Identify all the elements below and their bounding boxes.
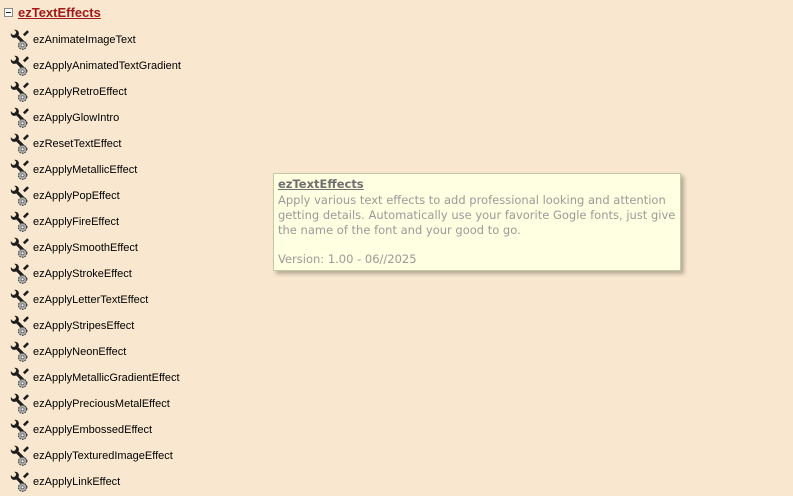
function-label: ezAnimateImageText (33, 34, 136, 46)
wrench-gear-icon (10, 159, 30, 181)
wrench-gear-icon (10, 471, 30, 493)
function-label: ezApplyMetallicGradientEffect (33, 372, 180, 384)
function-item[interactable]: ezApplyLinkEffect (10, 469, 181, 495)
wrench-gear-icon (10, 237, 30, 259)
wrench-gear-icon (10, 367, 30, 389)
function-item[interactable]: ezAnimateImageText (10, 27, 181, 53)
function-item[interactable]: ezApplyPopEffect (10, 183, 181, 209)
function-label: ezApplyStrokeEffect (33, 268, 132, 280)
function-label: ezApplyLinkEffect (33, 476, 121, 488)
function-label: ezApplySmoothEffect (33, 242, 138, 254)
tooltip-description: Apply various text effects to add profes… (278, 193, 676, 237)
wrench-gear-icon (10, 55, 30, 77)
wrench-gear-icon (10, 315, 30, 337)
library-title[interactable]: ezTextEffects (18, 5, 101, 20)
wrench-gear-icon (10, 341, 30, 363)
tooltip-version: Version: 1.00 - 06//2025 (278, 252, 417, 266)
function-label: ezApplyAnimatedTextGradient (33, 60, 181, 72)
function-item[interactable]: ezApplyLetterTextEffect (10, 287, 181, 313)
function-label: ezApplyGlowIntro (33, 112, 120, 124)
function-label: ezApplyNeonEffect (33, 346, 127, 358)
wrench-gear-icon (10, 81, 30, 103)
function-label: ezApplyPreciousMetalEffect (33, 398, 170, 410)
wrench-gear-icon (10, 211, 30, 233)
wrench-gear-icon (10, 133, 30, 155)
function-item[interactable]: ezApplyGlowIntro (10, 105, 181, 131)
wrench-gear-icon (10, 393, 30, 415)
function-item[interactable]: ezApplyNeonEffect (10, 339, 181, 365)
collapse-icon[interactable] (4, 7, 13, 17)
function-item[interactable]: ezApplyStripesEffect (10, 313, 181, 339)
function-label: ezApplyTexturedImageEffect (33, 450, 173, 462)
function-label: ezApplyPopEffect (33, 190, 120, 202)
function-item[interactable]: ezApplyPreciousMetalEffect (10, 391, 181, 417)
wrench-gear-icon (10, 29, 30, 51)
wrench-gear-icon (10, 445, 30, 467)
function-label: ezResetTextEffect (33, 138, 122, 150)
function-label: ezApplyLetterTextEffect (33, 294, 149, 306)
wrench-gear-icon (10, 107, 30, 129)
tooltip-title: ezTextEffects (278, 177, 364, 191)
wrench-gear-icon (10, 263, 30, 285)
function-label: ezApplyMetallicEffect (33, 164, 138, 176)
function-label: ezApplyStripesEffect (33, 320, 135, 332)
wrench-gear-icon (10, 289, 30, 311)
function-item[interactable]: ezApplyEmbossedEffect (10, 417, 181, 443)
library-header[interactable]: ezTextEffects (4, 4, 101, 20)
function-label: ezApplyFireEffect (33, 216, 120, 228)
function-item[interactable]: ezApplyAnimatedTextGradient (10, 53, 181, 79)
function-item[interactable]: ezApplyMetallicGradientEffect (10, 365, 181, 391)
function-item[interactable]: ezApplyStrokeEffect (10, 261, 181, 287)
wrench-gear-icon (10, 185, 30, 207)
tooltip: ezTextEffects Apply various text effects… (273, 173, 681, 271)
function-item[interactable]: ezApplyRetroEffect (10, 79, 181, 105)
function-label: ezApplyEmbossedEffect (33, 424, 153, 436)
wrench-gear-icon (10, 419, 30, 441)
function-item[interactable]: ezResetTextEffect (10, 131, 181, 157)
function-item[interactable]: ezApplySmoothEffect (10, 235, 181, 261)
function-list: ezAnimateImageText ezApplyAnimatedTextGra… (10, 27, 181, 495)
function-item[interactable]: ezApplyMetallicEffect (10, 157, 181, 183)
function-label: ezApplyRetroEffect (33, 86, 127, 98)
function-item[interactable]: ezApplyTexturedImageEffect (10, 443, 181, 469)
function-item[interactable]: ezApplyFireEffect (10, 209, 181, 235)
